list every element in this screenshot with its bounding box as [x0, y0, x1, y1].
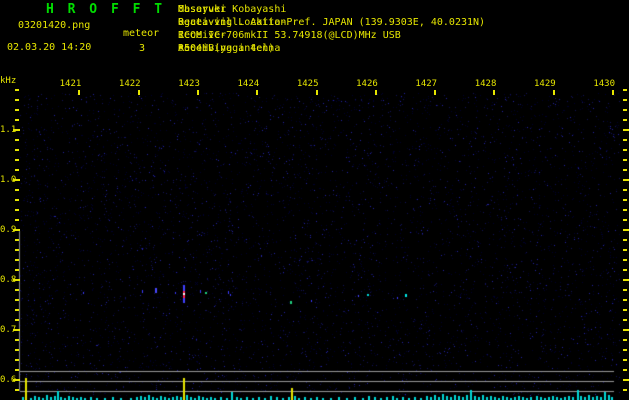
freq-tick	[15, 309, 19, 311]
time-tick-label: 1423	[178, 79, 200, 89]
freq-tick-right	[623, 259, 627, 261]
freq-tick	[15, 159, 19, 161]
freq-tick-right	[623, 209, 627, 211]
time-tick-label: 1428	[474, 79, 497, 89]
freq-tick-right	[623, 229, 629, 231]
freq-tick-right	[623, 389, 627, 391]
freq-tick	[15, 149, 19, 151]
freq-tick-right	[623, 109, 627, 111]
freq-tick	[15, 289, 19, 291]
freq-tick	[15, 339, 19, 341]
hrofft-window: H R O F F T 03201420.png meteor 02.03.20…	[0, 0, 629, 400]
output-filename: 03201420.png	[18, 20, 91, 31]
freq-tick-right	[623, 149, 627, 151]
freq-tick	[15, 99, 19, 101]
freq-tick	[15, 169, 19, 171]
freq-tick-right	[623, 159, 627, 161]
freq-tick-right	[623, 179, 629, 181]
freq-tick-right	[623, 369, 627, 371]
freq-tick-right	[623, 269, 627, 271]
freq-tick-right	[623, 119, 627, 121]
freq-tick-right	[623, 379, 629, 381]
freq-tick-label: 0.7	[0, 325, 17, 335]
freq-tick-label: 0.9	[0, 225, 17, 235]
observation-mode: meteor	[123, 28, 160, 39]
capture-datetime: 02.03.20 14:20	[7, 42, 92, 53]
freq-tick-right	[623, 239, 627, 241]
freq-tick-right	[623, 279, 629, 281]
freq-tick-right	[623, 169, 627, 171]
freq-tick	[15, 349, 19, 351]
app-title: H R O F F T	[46, 2, 166, 17]
freq-tick-right	[623, 299, 627, 301]
freq-tick-right	[623, 129, 629, 131]
freq-tick-label: 1.0	[0, 175, 17, 185]
freq-tick-right	[623, 99, 627, 101]
freq-tick	[15, 139, 19, 141]
freq-tick	[15, 209, 19, 211]
freq-tick-right	[623, 359, 627, 361]
freq-tick-label: 0.6	[0, 375, 17, 385]
freq-tick-right	[623, 249, 627, 251]
time-tick	[434, 90, 437, 95]
meteor-count: 3	[139, 43, 146, 54]
freq-tick	[15, 299, 19, 301]
freq-tick-right	[623, 309, 627, 311]
time-tick-label: 1426	[356, 79, 378, 89]
freq-tick	[15, 89, 19, 91]
freq-tick	[15, 359, 19, 361]
freq-tick	[15, 189, 19, 191]
freq-tick-right	[623, 89, 627, 91]
time-tick	[196, 90, 199, 95]
time-tick-label: 1421	[59, 79, 82, 89]
freq-tick-right	[623, 199, 627, 201]
time-tick	[612, 90, 614, 95]
freq-tick	[15, 109, 19, 111]
freq-tick	[15, 199, 19, 201]
freq-tick-right	[623, 319, 627, 321]
time-tick-label: 1429	[534, 79, 556, 89]
time-tick	[78, 90, 81, 95]
header-value: ICOM IC-706mkII 53.74918(@LCD)MHz USB	[178, 30, 401, 41]
time-tick	[315, 90, 318, 95]
header-value: A504HB(yagi 4el)	[178, 43, 275, 54]
header-value: Masayuki Kobayashi	[178, 4, 287, 15]
freq-tick	[15, 319, 19, 321]
freq-tick-label: 0.8	[0, 275, 17, 285]
freq-tick-right	[623, 189, 627, 191]
y-axis-unit-label: kHz	[0, 76, 17, 86]
freq-tick-right	[623, 329, 629, 331]
freq-tick	[15, 389, 19, 391]
time-tick-label: 1422	[118, 79, 141, 89]
time-tick	[137, 90, 140, 95]
freq-tick	[15, 119, 19, 121]
time-tick-label: 1430	[593, 79, 615, 89]
freq-tick	[15, 219, 19, 221]
freq-tick	[15, 259, 19, 261]
freq-tick-right	[623, 289, 627, 291]
freq-tick-right	[623, 139, 627, 141]
time-tick	[552, 90, 555, 95]
time-tick-label: 1424	[237, 79, 260, 89]
freq-tick-right	[623, 219, 627, 221]
freq-tick-right	[623, 349, 627, 351]
time-tick-label: 1425	[296, 79, 319, 89]
freq-tick	[15, 239, 19, 241]
time-tick	[493, 90, 496, 95]
freq-tick-right	[623, 339, 627, 341]
time-tick	[374, 90, 377, 95]
freq-tick	[15, 269, 19, 271]
freq-tick	[15, 249, 19, 251]
freq-tick-label: 1.1	[0, 125, 17, 135]
header-value: Ogata-vill. Akita-Pref. JAPAN (139.9303E…	[178, 17, 486, 28]
spectrogram-canvas	[0, 0, 629, 400]
freq-tick	[15, 369, 19, 371]
time-tick-label: 1427	[415, 79, 438, 89]
time-tick	[256, 90, 259, 95]
